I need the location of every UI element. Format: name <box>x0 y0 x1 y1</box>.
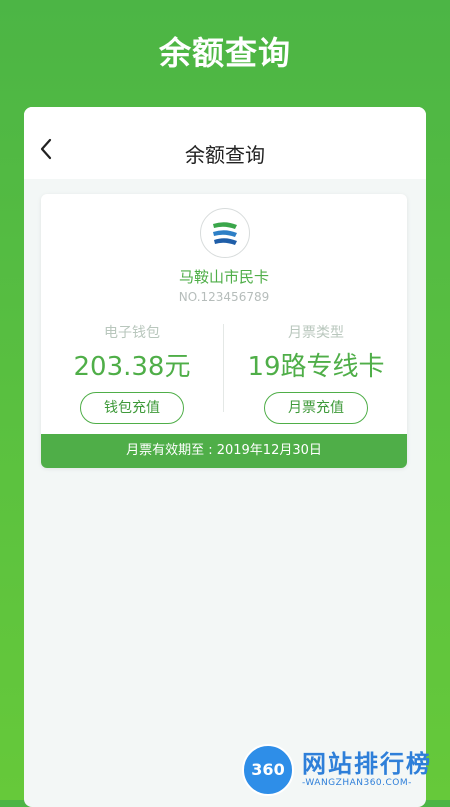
phone-screen: 余额查询 马鞍山市民卡 NO.123456789 电子钱包 203.38元 钱包… <box>24 107 426 807</box>
monthly-pass-type: 19路专线卡 <box>247 352 385 382</box>
navigation-bar: 余额查询 <box>24 107 426 179</box>
nav-title: 余额查询 <box>185 143 265 167</box>
wallet-balance: 203.38元 <box>73 352 191 382</box>
watermark-text: 网站排行榜 <box>302 750 432 778</box>
watermark-url: -WANGZHAN360.COM- <box>302 778 412 788</box>
monthly-pass-label: 月票类型 <box>288 325 344 341</box>
watermark: 360 网站排行榜 -WANGZHAN360.COM- <box>240 738 450 800</box>
wallet-recharge-button[interactable]: 钱包充值 <box>80 392 184 424</box>
card-logo <box>200 208 250 258</box>
wallet-section: 电子钱包 203.38元 钱包充值 <box>41 322 223 424</box>
page-title: 余额查询 <box>158 34 291 72</box>
balance-card: 马鞍山市民卡 NO.123456789 电子钱包 203.38元 钱包充值 月票… <box>41 194 407 468</box>
section-divider <box>223 324 224 412</box>
watermark-badge: 360 <box>242 744 294 796</box>
validity-bar: 月票有效期至 : 2019年12月30日 <box>41 434 407 468</box>
card-name: 马鞍山市民卡 <box>178 268 269 286</box>
card-number: NO.123456789 <box>178 290 270 304</box>
citizen-card-logo-icon <box>213 222 237 245</box>
monthly-recharge-button[interactable]: 月票充值 <box>264 392 368 424</box>
monthly-pass-section: 月票类型 19路专线卡 月票充值 <box>225 322 407 424</box>
wallet-label: 电子钱包 <box>104 325 160 341</box>
